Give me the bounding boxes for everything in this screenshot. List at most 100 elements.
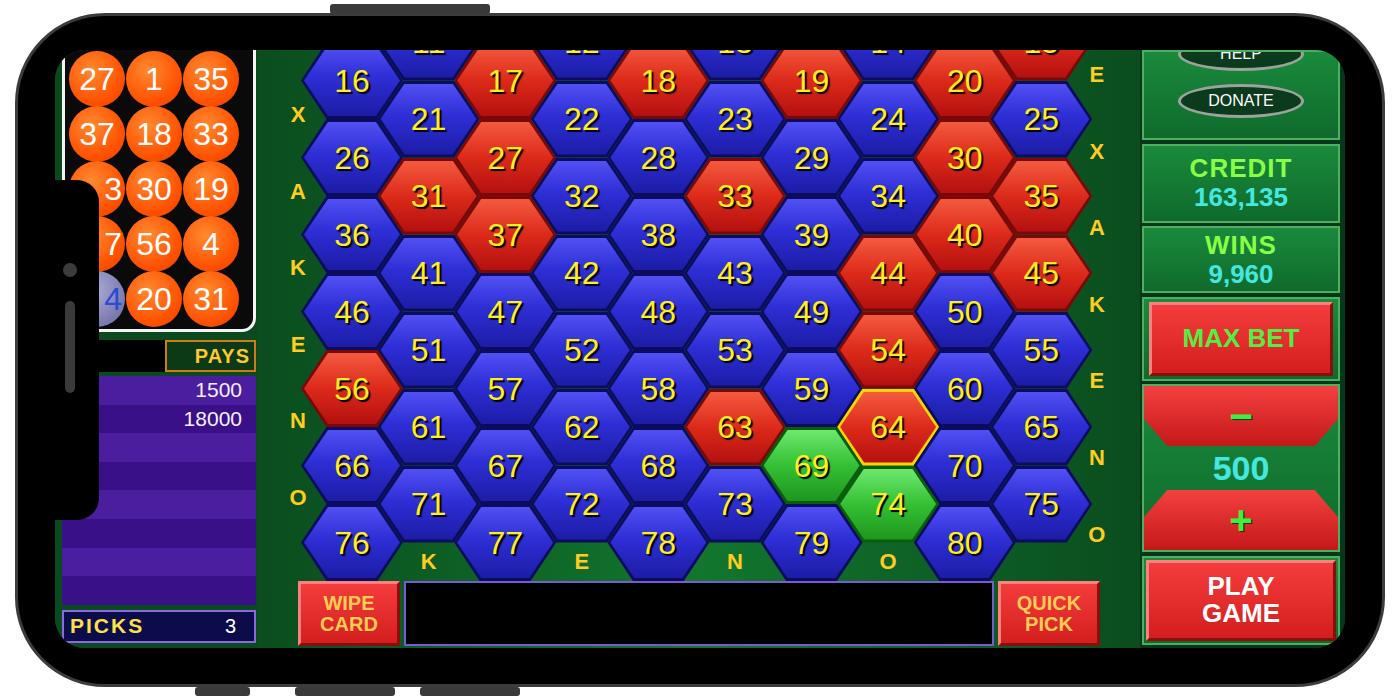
pay-row [62,519,256,548]
drawn-ball: 20 [126,271,182,327]
links-box: HELP DONATE [1142,50,1340,140]
wipe-card-button[interactable]: WIPE CARD [298,581,400,646]
hex-face: 55 [993,315,1089,386]
hex-face: 58 [610,353,706,424]
minus-label: − [1229,396,1252,436]
wins-label: WINS [1205,231,1277,260]
hex-number: 42 [564,257,600,289]
hex-face: 66 [304,430,400,501]
board-main: XAKENO1112131415161718192021222324252627… [258,50,1140,581]
hex-face: 68 [610,430,706,501]
donate-button[interactable]: DONATE [1178,84,1304,118]
page: 2713537183333019756442031PAYS150018000PI… [0,0,1400,700]
board-letter: A [1085,216,1109,240]
volume-up-button [295,687,395,696]
hex-number: 75 [1024,488,1060,520]
hex-number: 68 [641,450,677,482]
hex-number: 44 [870,257,906,289]
phone-notch [55,180,99,520]
hex-face: 36 [304,199,400,270]
sensor-icon [65,301,75,393]
hex-number: 21 [411,103,447,135]
bet-value: 500 [1144,446,1338,490]
hex-face: 26 [304,122,400,193]
hex-face: 60 [917,353,1013,424]
hex-number: 39 [794,219,830,251]
hex-number: 35 [1024,180,1060,212]
credit-value: 163,135 [1194,183,1288,212]
hex-number: 52 [564,334,600,366]
bet-increase-button[interactable]: + [1144,490,1338,550]
play-game-button[interactable]: PLAY GAME [1146,560,1336,641]
picks-value: 3 [225,615,236,638]
hex-number: 13 [717,50,753,58]
drawn-ball: 35 [183,51,239,107]
board-letter: E [1085,369,1109,393]
help-button[interactable]: HELP [1178,50,1304,71]
hex-face: 67 [457,430,553,501]
bet-box: − 500+ [1142,384,1340,552]
hex-number: 51 [411,334,447,366]
hex-face: 16 [304,50,400,116]
volume-down-button [420,687,520,696]
hex-face: 45 [993,238,1089,309]
hex-face: 29 [764,122,860,193]
hex-face: 53 [687,315,783,386]
hex-face: 38 [610,199,706,270]
hex-number: 77 [487,527,523,559]
board-controls: WIPE CARD QUICK PICK [258,581,1140,646]
quick-pick-button[interactable]: QUICK PICK [998,581,1100,646]
hex-face: 57 [457,353,553,424]
hex-face: 63 [687,392,783,463]
hex-number: 53 [717,334,753,366]
hex-number: 18 [641,65,677,97]
hex-number: 72 [564,488,600,520]
max-bet-button[interactable]: MAX BET [1149,302,1333,376]
hex-number: 58 [641,373,677,405]
hex-number: 62 [564,411,600,443]
hex-number: 34 [870,180,906,212]
hex-face: 79 [764,507,860,578]
hex-face: 74 [840,469,936,540]
hex-number: 23 [717,103,753,135]
hex-face: 33 [687,161,783,232]
hex-number: 76 [334,527,370,559]
hex-number: 40 [947,219,983,251]
hex-number: 70 [947,450,983,482]
hex-number: 38 [641,219,677,251]
credit-label: CREDIT [1190,154,1293,183]
bet-decrease-button[interactable]: − [1144,386,1338,446]
board-letter: N [1085,446,1109,470]
hex-number: 59 [794,373,830,405]
hex-number: 46 [334,296,370,328]
hex-number: 25 [1024,103,1060,135]
max-bet-box: MAX BET [1142,297,1340,381]
hex-number: 37 [487,219,523,251]
wipe-card-label: WIPE CARD [320,593,378,635]
wins-box: WINS9,960 [1142,226,1340,293]
credit-box: CREDIT163,135 [1142,144,1340,223]
hex-number: 48 [641,296,677,328]
board-letter: E [1085,63,1109,87]
hex-face: 64 [840,392,936,463]
hex-face: 75 [993,469,1089,540]
hex-face: 56 [304,353,400,424]
hex-number: 43 [717,257,753,289]
drawn-ball: 30 [126,161,182,217]
board-letter: E [286,333,310,357]
hex-face: 19 [764,50,860,116]
hex-number: 28 [641,142,677,174]
hex-face: 35 [993,161,1089,232]
board-letter: N [286,409,310,433]
board-letter: X [286,103,310,127]
hex-number: 60 [947,373,983,405]
drawn-ball: 18 [126,106,182,162]
hex-face: 52 [534,315,630,386]
power-button [330,4,490,14]
hex-face: 51 [381,315,477,386]
hex-face: 25 [993,84,1089,155]
hex-number: 14 [870,50,906,58]
hex-number: 31 [411,180,447,212]
hex-number: 16 [334,65,370,97]
play-game-label: PLAY GAME [1202,573,1280,628]
